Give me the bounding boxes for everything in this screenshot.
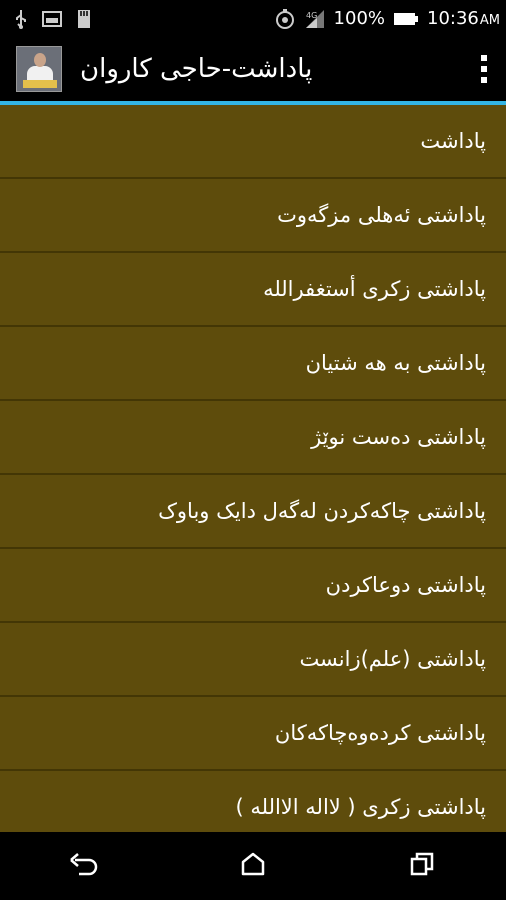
- battery-percent: 100%: [333, 8, 386, 29]
- app-title: پاداشت-حاجی کاروان: [80, 54, 313, 84]
- status-bar-system: 4G 100% 10:36AM: [274, 8, 500, 30]
- action-bar: پاداشت-حاجی کاروان: [0, 37, 506, 101]
- recent-apps-icon: [409, 851, 435, 881]
- list-item-label: پاداشتی (علم)زانست: [299, 647, 486, 671]
- logo-label: [23, 80, 57, 88]
- home-button[interactable]: [223, 836, 283, 896]
- status-bar: 4G 100% 10:36AM: [0, 0, 506, 37]
- back-icon: [69, 852, 99, 880]
- list-item-label: پاداشتی کردەوەچاکەکان: [274, 721, 486, 745]
- list-item-label: پاداشت: [420, 129, 486, 153]
- list-item[interactable]: پاداشتی ئەهلی مزگەوت: [0, 179, 506, 253]
- list-item[interactable]: پاداشتی (علم)زانست: [0, 623, 506, 697]
- back-button[interactable]: [54, 836, 114, 896]
- overflow-dot: [481, 66, 487, 72]
- list-item[interactable]: پاداشتی دەست نوێژ: [0, 401, 506, 475]
- topic-list: پاداشت پاداشتی ئەهلی مزگەوت پاداشتی زکری…: [0, 105, 506, 832]
- signal-icon: 4G: [304, 9, 326, 29]
- list-item-label: پاداشتی به هه شتیان: [305, 351, 486, 375]
- list-item[interactable]: پاداشتی کردەوەچاکەکان: [0, 697, 506, 771]
- list-item[interactable]: پاداشتی زکری ( لااله الاالله ): [0, 771, 506, 832]
- list-item[interactable]: پاداشت: [0, 105, 506, 179]
- clock-time: 10:36: [427, 8, 479, 29]
- list-item-label: پاداشتی زکری أستغفرالله: [263, 277, 486, 301]
- list-item-label: پاداشتی زکری ( لااله الاالله ): [235, 795, 486, 819]
- svg-text:4G: 4G: [306, 11, 317, 20]
- usb-icon: [14, 9, 28, 29]
- status-bar-notifications: [14, 9, 92, 29]
- list-item[interactable]: پاداشتی چاکەکردن لەگەل دایک وباوک: [0, 475, 506, 549]
- recent-apps-button[interactable]: [392, 836, 452, 896]
- list-item-label: پاداشتی ئەهلی مزگەوت: [277, 203, 486, 227]
- overflow-dot: [481, 55, 487, 61]
- list-item[interactable]: پاداشتی زکری أستغفرالله: [0, 253, 506, 327]
- clock: 10:36AM: [427, 8, 500, 29]
- list-item-label: پاداشتی چاکەکردن لەگەل دایک وباوک: [158, 499, 486, 523]
- overflow-dot: [481, 77, 487, 83]
- logo-figure-head: [34, 53, 46, 67]
- list-item[interactable]: پاداشتی دوعاکردن: [0, 549, 506, 623]
- list-item[interactable]: پاداشتی به هه شتیان: [0, 327, 506, 401]
- list-item-label: پاداشتی دوعاکردن: [325, 573, 486, 597]
- list-item-label: پاداشتی دەست نوێژ: [311, 425, 486, 449]
- navigation-bar: [0, 832, 506, 900]
- sync-icon: [274, 8, 296, 30]
- app-logo[interactable]: [16, 46, 62, 92]
- image-icon: [42, 10, 62, 27]
- clock-suffix: AM: [479, 13, 500, 28]
- overflow-menu-icon[interactable]: [472, 49, 496, 89]
- sd-card-icon: [76, 9, 92, 29]
- home-icon: [240, 851, 266, 881]
- battery-icon: [393, 11, 419, 27]
